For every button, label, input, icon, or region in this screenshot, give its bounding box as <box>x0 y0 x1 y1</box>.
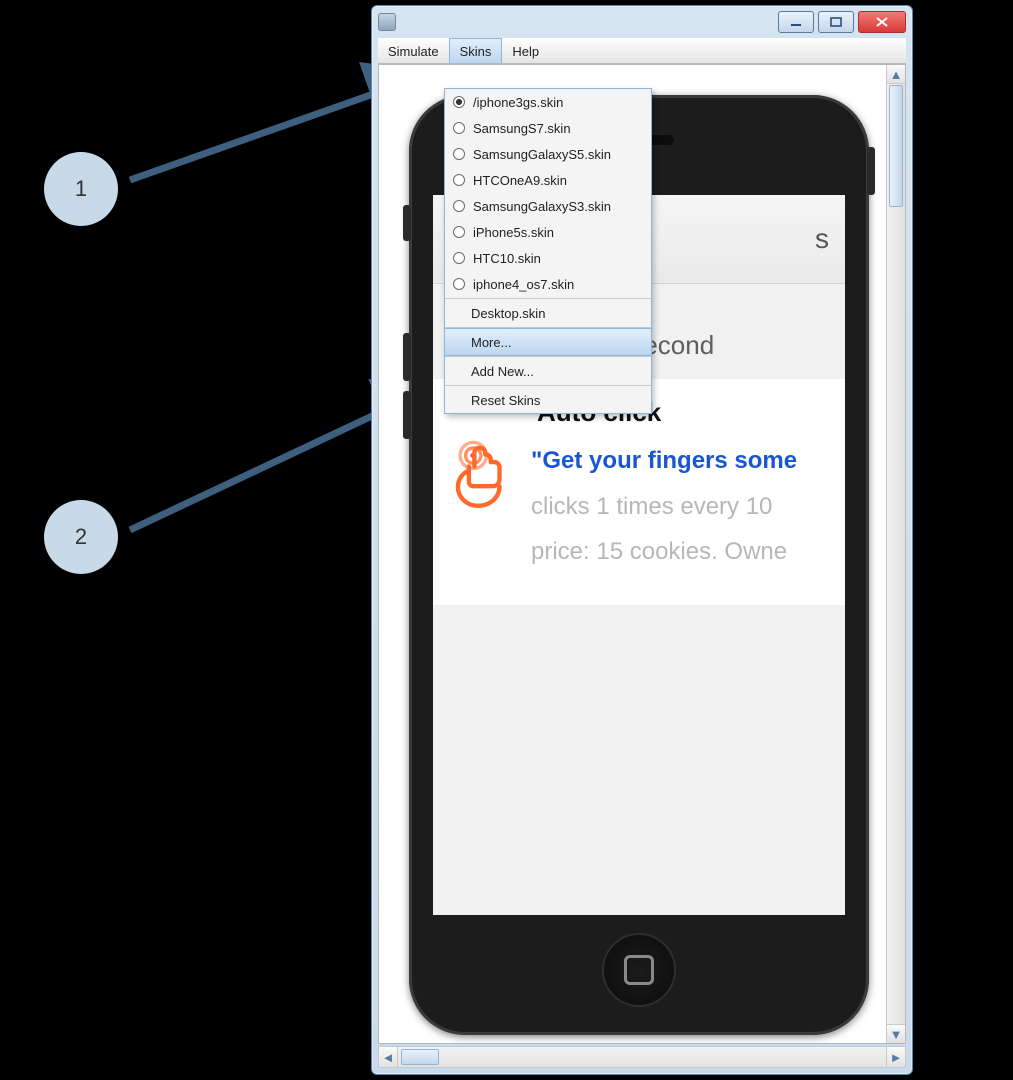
skin-reset[interactable]: Reset Skins <box>445 387 651 413</box>
horizontal-scrollbar[interactable]: ◄ ► <box>378 1046 906 1068</box>
menu-item-label: Reset Skins <box>471 393 540 408</box>
skin-option-htc10[interactable]: HTC10.skin <box>445 245 651 271</box>
device-power-button[interactable] <box>867 147 875 195</box>
menu-simulate[interactable]: Simulate <box>378 39 449 63</box>
simulator-window: Simulate Skins Help /iphone3gs.skin Sams… <box>371 5 913 1075</box>
minimize-button[interactable] <box>778 11 814 33</box>
maximize-button[interactable] <box>818 11 854 33</box>
callout-1: 1 <box>44 152 118 226</box>
skin-option-label: iPhone5s.skin <box>473 225 554 240</box>
app-icon <box>378 13 396 31</box>
device-volume-down[interactable] <box>403 391 411 439</box>
titlebar[interactable] <box>372 6 912 38</box>
skin-option-label: SamsungGalaxyS3.skin <box>473 199 611 214</box>
client-area: /iphone3gs.skin SamsungS7.skin SamsungGa… <box>378 64 906 1044</box>
skin-option-label: /iphone3gs.skin <box>473 95 563 110</box>
scroll-left-button[interactable]: ◄ <box>379 1047 398 1067</box>
app-header-tail: s <box>815 223 829 255</box>
skin-option-samsunggalaxys5[interactable]: SamsungGalaxyS5.skin <box>445 141 651 167</box>
menu-item-label: More... <box>471 335 511 350</box>
skin-option-iphone5s[interactable]: iPhone5s.skin <box>445 219 651 245</box>
menu-separator <box>445 298 651 299</box>
menubar: Simulate Skins Help <box>378 38 906 64</box>
skin-desktop[interactable]: Desktop.skin <box>445 300 651 326</box>
device-home-button[interactable] <box>602 933 676 1007</box>
menu-skins[interactable]: Skins <box>449 38 503 63</box>
tap-icon <box>447 438 517 575</box>
skin-option-label: HTCOneA9.skin <box>473 173 567 188</box>
vertical-scrollbar[interactable]: ▲ ▼ <box>886 65 905 1043</box>
skin-option-label: HTC10.skin <box>473 251 541 266</box>
scroll-down-button[interactable]: ▼ <box>887 1024 905 1043</box>
skin-option-iphone3gs[interactable]: /iphone3gs.skin <box>445 89 651 115</box>
skin-option-iphone4os7[interactable]: iphone4_os7.skin <box>445 271 651 297</box>
hscroll-thumb[interactable] <box>401 1049 439 1065</box>
skin-option-label: SamsungGalaxyS5.skin <box>473 147 611 162</box>
scroll-right-button[interactable]: ► <box>886 1047 905 1067</box>
skin-option-label: iphone4_os7.skin <box>473 277 574 292</box>
scroll-up-button[interactable]: ▲ <box>887 65 905 84</box>
skin-add-new[interactable]: Add New... <box>445 358 651 384</box>
callout-1-label: 1 <box>75 176 87 202</box>
device-volume-up[interactable] <box>403 333 411 381</box>
menu-help[interactable]: Help <box>502 39 549 63</box>
callout-2-label: 2 <box>75 524 87 550</box>
skin-option-label: SamsungS7.skin <box>473 121 571 136</box>
skin-more[interactable]: More... <box>445 328 651 356</box>
callout-2: 2 <box>44 500 118 574</box>
scroll-thumb[interactable] <box>889 85 903 207</box>
device-mute-switch[interactable] <box>403 205 411 241</box>
close-button[interactable] <box>858 11 906 33</box>
skin-option-samsunggalaxys3[interactable]: SamsungGalaxyS3.skin <box>445 193 651 219</box>
upgrade-line2: clicks 1 times every 10 <box>531 484 797 530</box>
skin-option-htconea9[interactable]: HTCOneA9.skin <box>445 167 651 193</box>
upgrade-line3: price: 15 cookies. Owne <box>531 529 797 575</box>
menu-item-label: Add New... <box>471 364 534 379</box>
menu-item-label: Desktop.skin <box>471 306 545 321</box>
upgrade-text: "Get your fingers some clicks 1 times ev… <box>531 438 797 575</box>
upgrade-quote: "Get your fingers some <box>531 438 797 484</box>
home-icon <box>624 955 654 985</box>
menu-separator <box>445 385 651 386</box>
skins-dropdown: /iphone3gs.skin SamsungS7.skin SamsungGa… <box>444 88 652 414</box>
skin-option-samsungs7[interactable]: SamsungS7.skin <box>445 115 651 141</box>
menu-separator <box>445 356 651 357</box>
